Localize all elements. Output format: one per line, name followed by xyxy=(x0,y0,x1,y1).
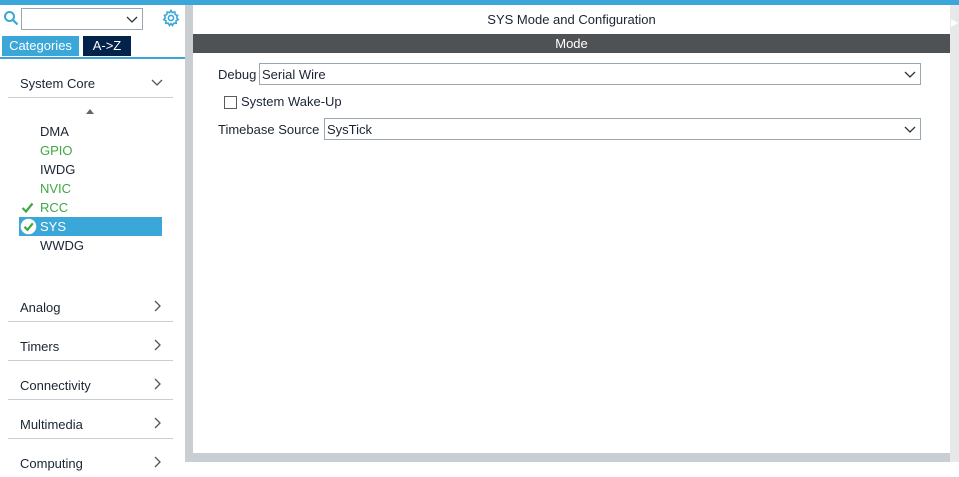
item-label: IWDG xyxy=(40,162,76,177)
list-item-gpio[interactable]: GPIO xyxy=(19,141,162,160)
config-panel: SYS Mode and Configuration Mode Debug Se… xyxy=(193,5,950,453)
list-item-dma[interactable]: DMA xyxy=(19,122,162,141)
search-icon[interactable] xyxy=(3,10,19,26)
timebase-label: Timebase Source xyxy=(218,122,320,137)
item-label: GPIO xyxy=(40,143,73,158)
category-computing[interactable]: Computing xyxy=(8,447,173,477)
sort-up-icon[interactable] xyxy=(85,108,95,118)
collapse-arrow-icon[interactable] xyxy=(951,19,958,27)
category-label: Timers xyxy=(20,339,60,354)
item-label: SYS xyxy=(40,219,67,234)
category-label: System Core xyxy=(20,76,96,91)
panel-splitter[interactable] xyxy=(185,5,193,462)
search-combobox[interactable] xyxy=(21,8,143,30)
category-label: Connectivity xyxy=(20,378,91,393)
right-scrollbar[interactable] xyxy=(950,5,959,462)
category-timers[interactable]: Timers xyxy=(8,330,173,361)
chevron-down-icon xyxy=(904,71,916,78)
chevron-down-icon[interactable] xyxy=(126,13,138,25)
chevron-right-icon xyxy=(154,378,161,390)
system-wakeup-label: System Wake-Up xyxy=(241,94,342,109)
list-item-iwdg[interactable]: IWDG xyxy=(19,160,162,179)
category-label: Computing xyxy=(20,456,83,471)
check-icon xyxy=(21,202,34,214)
system-wakeup-checkbox[interactable] xyxy=(224,96,237,109)
category-system-core[interactable]: System Core xyxy=(8,67,173,98)
mode-section-header: Mode xyxy=(193,34,950,53)
check-circle-icon xyxy=(20,218,37,235)
category-connectivity[interactable]: Connectivity xyxy=(8,369,173,400)
list-item-sys[interactable]: SYS xyxy=(19,217,162,236)
category-analog[interactable]: Analog xyxy=(8,291,173,322)
item-label: DMA xyxy=(40,124,69,139)
timebase-value: SysTick xyxy=(327,122,373,137)
category-label: Analog xyxy=(20,300,61,315)
chevron-right-icon xyxy=(154,339,161,351)
list-item-rcc[interactable]: RCC xyxy=(19,198,162,217)
panel-title: SYS Mode and Configuration xyxy=(487,12,656,27)
bottom-splitter[interactable] xyxy=(193,453,950,462)
debug-label: Debug xyxy=(218,67,257,82)
tab-underline xyxy=(0,57,185,59)
item-label: WWDG xyxy=(40,238,85,253)
chevron-down-icon xyxy=(151,79,163,86)
debug-value: Serial Wire xyxy=(262,67,326,82)
tab-a-to-z[interactable]: A->Z xyxy=(83,36,131,56)
timebase-select[interactable]: SysTick xyxy=(324,118,921,140)
chevron-right-icon xyxy=(154,300,161,312)
item-label: RCC xyxy=(40,200,69,215)
gear-icon[interactable] xyxy=(162,9,180,27)
chevron-down-icon xyxy=(904,126,916,133)
tab-categories-label: Categories xyxy=(9,38,72,53)
list-item-nvic[interactable]: NVIC xyxy=(19,179,162,198)
item-label: NVIC xyxy=(40,181,72,196)
tab-categories[interactable]: Categories xyxy=(2,36,79,56)
left-panel: Categories A->Z System Core DMA GPIO IWD… xyxy=(0,5,185,471)
chevron-right-icon xyxy=(154,417,161,429)
list-item-wwdg[interactable]: WWDG xyxy=(19,236,162,255)
category-label: Multimedia xyxy=(20,417,83,432)
tab-a-to-z-label: A->Z xyxy=(92,38,122,53)
debug-select[interactable]: Serial Wire xyxy=(259,63,921,85)
chevron-right-icon xyxy=(154,456,161,468)
category-multimedia[interactable]: Multimedia xyxy=(8,408,173,439)
